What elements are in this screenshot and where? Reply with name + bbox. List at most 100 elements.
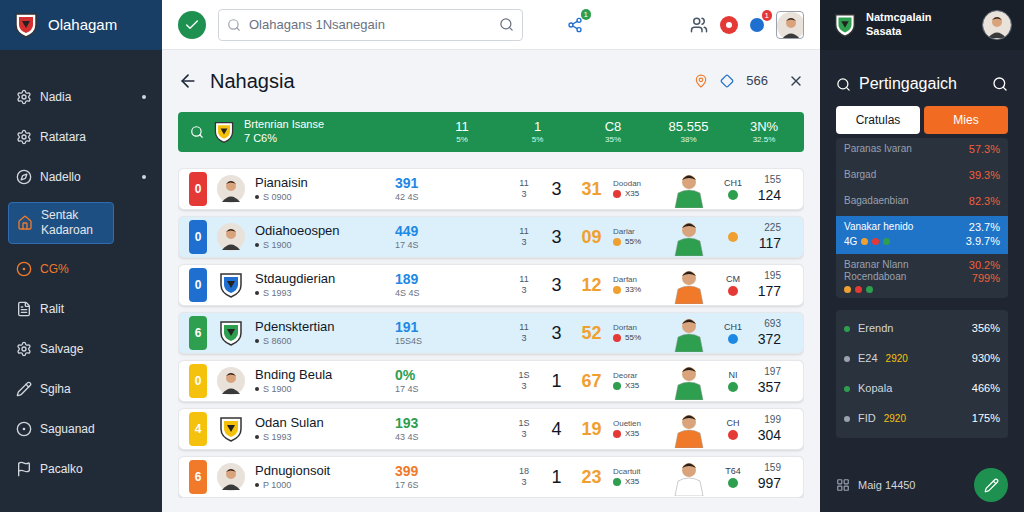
name-cell: Bnding BeulaS 1900: [255, 367, 395, 395]
status-dot: [844, 386, 850, 392]
people-icon[interactable]: [690, 16, 708, 34]
search-icon[interactable]: [836, 77, 851, 92]
status-check-icon[interactable]: [178, 11, 206, 39]
messages-icon[interactable]: 1: [750, 18, 764, 32]
menu-icon: [16, 89, 32, 105]
menu-icon: [16, 381, 32, 397]
user-avatar[interactable]: [776, 11, 804, 39]
org-avatar[interactable]: [982, 10, 1012, 40]
panel-tabs: CratulasMies: [820, 106, 1024, 134]
panel-tab[interactable]: Cratulas: [836, 106, 920, 134]
player-cell: [664, 314, 714, 352]
small-cell: 113: [509, 178, 539, 201]
crest-icon: [212, 120, 236, 144]
panel-title-row: Pertingagaich: [820, 50, 1024, 106]
player-cell: [664, 218, 714, 256]
close-icon[interactable]: [788, 73, 804, 89]
search-icon[interactable]: [499, 17, 514, 32]
search-icon: [227, 18, 241, 32]
summary-stat: 85.55538%: [669, 119, 709, 145]
summary-stat: 15%: [518, 119, 558, 145]
ranking-item[interactable]: Paranas Ivaran57.3%: [836, 138, 1008, 164]
table-row[interactable]: 0StdaugdierianS 19931894S 4S113312Darfan…: [178, 264, 804, 306]
summary-stat: 115%: [442, 119, 482, 145]
table-row[interactable]: 6PdensktertianS 860019115S4S113352Dortan…: [178, 312, 804, 354]
table-row[interactable]: 0Bnding BeulaS 19000%17 4S1S3167DeorarX3…: [178, 360, 804, 402]
menu-icon: [17, 215, 33, 231]
team-avatar: [217, 223, 245, 251]
page-header: Nahagsia566: [162, 50, 820, 112]
totals-cell: 199304: [752, 414, 789, 444]
player-cell: [664, 266, 714, 304]
stat-item[interactable]: Kopala466%: [836, 374, 1008, 404]
rank-badge: 6: [189, 460, 207, 494]
ranking-item[interactable]: Bagadaenbian82.3%: [836, 190, 1008, 216]
value-cell: 39917 6S: [395, 463, 509, 492]
sidebar-item[interactable]: CG%: [8, 250, 154, 288]
alert-icon[interactable]: [720, 16, 738, 34]
back-icon[interactable]: [178, 71, 198, 91]
score-cell: 52: [574, 320, 609, 347]
small-cell: 113: [509, 322, 539, 345]
stat-item[interactable]: Erendn356%: [836, 314, 1008, 344]
status-dot: [613, 430, 621, 438]
status-cell: Dortan55%: [609, 323, 664, 343]
code-cell: [714, 232, 752, 242]
panel-footer: Maig 14450: [820, 468, 1024, 512]
ranking-item[interactable]: Baranar Nlann Rocendaboan30.2%799%: [836, 254, 1008, 298]
ranking-item[interactable]: Vanakar henido4G23.7%3.9.7%: [836, 216, 1008, 254]
count-cell: 1: [539, 464, 574, 491]
player-icon: [671, 362, 707, 400]
status-dot: [844, 416, 850, 422]
sidebar-item[interactable]: Ralit: [8, 290, 154, 328]
sync-icon[interactable]: 1: [567, 17, 583, 33]
search-icon[interactable]: [992, 76, 1008, 92]
player-cell: [664, 170, 714, 208]
sidebar-item[interactable]: Nadello: [8, 158, 154, 196]
search-field[interactable]: Olahagans 1Nsanegain: [218, 9, 523, 41]
team-avatar: [217, 319, 245, 347]
sidebar-item[interactable]: Salvage: [8, 330, 154, 368]
stat-item[interactable]: E242920930%: [836, 344, 1008, 374]
sidebar-item[interactable]: Pacalko: [8, 450, 154, 488]
player-cell: [664, 458, 714, 496]
app: Olahagam NadiaRatataraNadello Sentak Kadar…: [0, 0, 1024, 512]
person-avatar-icon: [217, 223, 245, 251]
chat-button[interactable]: [974, 468, 1008, 502]
value-cell: 19343 4S: [395, 415, 509, 444]
sidebar-item[interactable]: Saguanad: [8, 410, 154, 448]
totals-cell: 225117: [752, 222, 789, 252]
person-avatar-icon: [217, 463, 245, 491]
status-dot: [728, 232, 738, 242]
rank-badge: 0: [189, 364, 207, 398]
count-cell: 1: [539, 368, 574, 395]
table-row[interactable]: 0PianaisinS 090039142 4S113331DoodanX35C…: [178, 168, 804, 210]
person-avatar-icon: [983, 11, 1011, 39]
sidebar: Olahagam NadiaRatataraNadello Sentak Kadar…: [0, 0, 162, 512]
grid-icon[interactable]: [836, 478, 850, 492]
table-row[interactable]: 6PdnugionsoitP 100039917 6S183123Dcartui…: [178, 456, 804, 498]
sidebar-item[interactable]: Nadia: [8, 78, 154, 116]
table-row[interactable]: 0OdiahoeospenS 190044917 4S113309Darlar5…: [178, 216, 804, 258]
sidebar-item[interactable]: Sgiha: [8, 370, 154, 408]
status-dot: [255, 339, 259, 343]
code-cell: CH: [714, 418, 752, 439]
panel-tab[interactable]: Mies: [924, 106, 1008, 134]
ranking-item[interactable]: Bargad39.3%: [836, 164, 1008, 190]
team-avatar: [217, 463, 245, 491]
sidebar-item[interactable]: Ratatara: [8, 118, 154, 156]
table-row[interactable]: 4Odan SulanS 199319343 4S1S3419OuetienX3…: [178, 408, 804, 450]
stat-item[interactable]: FID2920175%: [836, 404, 1008, 434]
notification-badge: 1: [581, 9, 591, 20]
brand[interactable]: Olahagam: [0, 0, 162, 50]
pin-icon[interactable]: [694, 74, 708, 88]
menu-icon: [16, 169, 32, 185]
team-avatar: [217, 271, 245, 299]
status-dot: [728, 382, 738, 392]
diamond-icon[interactable]: [720, 74, 734, 88]
sidebar-item[interactable]: Sentak Kadaroan: [8, 202, 114, 244]
small-cell: 113: [509, 226, 539, 249]
search-icon[interactable]: [190, 125, 204, 139]
table: 0PianaisinS 090039142 4S113331DoodanX35C…: [178, 168, 804, 498]
summary-name: Brtenrian Isanse7 C6%: [244, 118, 434, 146]
